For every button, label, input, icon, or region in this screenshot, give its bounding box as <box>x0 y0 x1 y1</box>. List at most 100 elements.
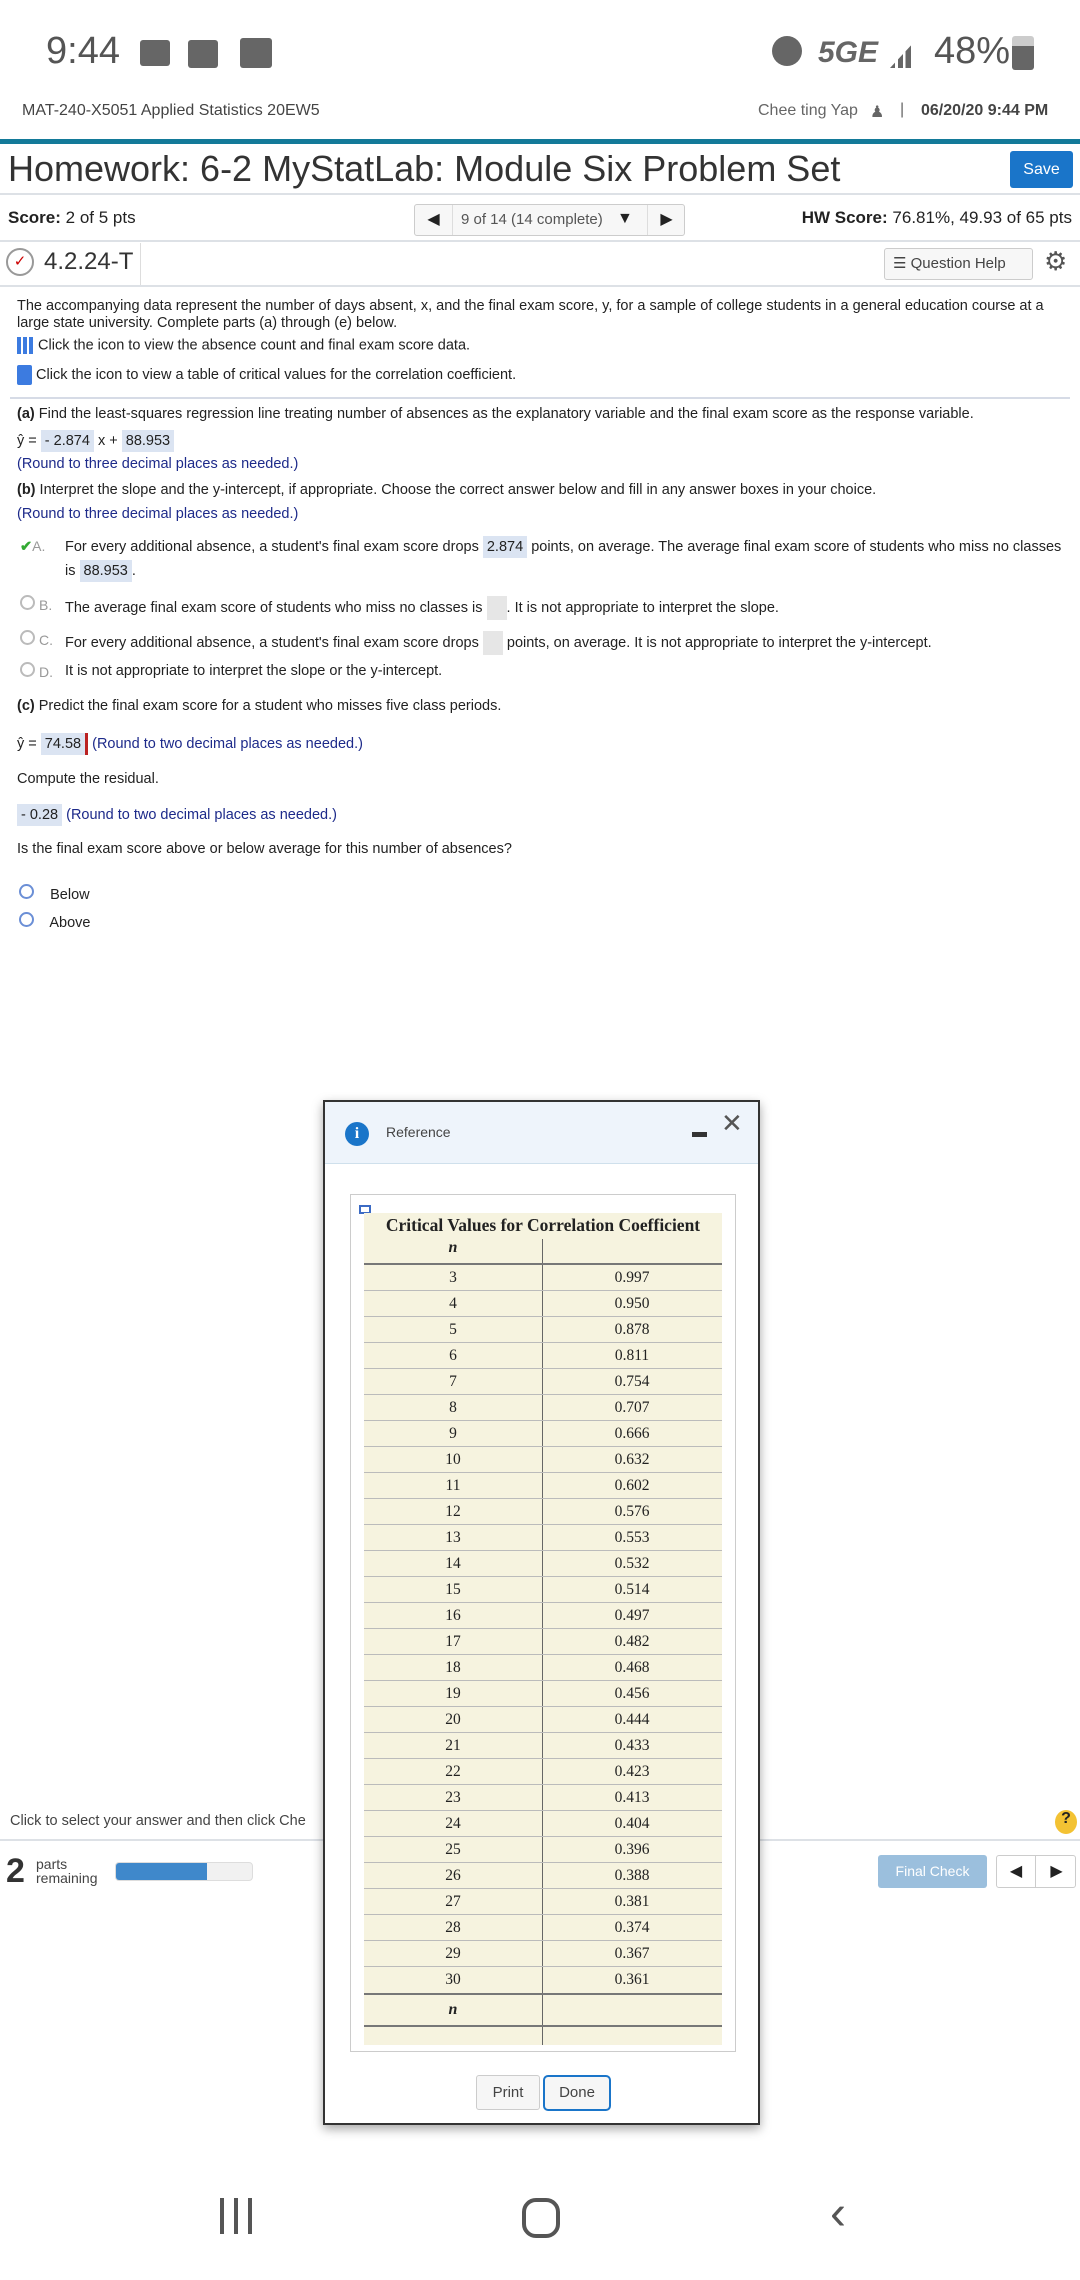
table-row: 6 0.811 <box>364 1343 722 1369</box>
critical-values-table: Critical Values for Correlation Coeffici… <box>364 1213 722 2045</box>
n-value: 30 <box>445 1971 461 1988</box>
final-check-button[interactable]: Final Check <box>878 1855 987 1888</box>
dropdown-icon[interactable]: ▼ <box>617 210 633 228</box>
table-row: 4 0.950 <box>364 1291 722 1317</box>
option-c[interactable]: C. <box>20 630 53 649</box>
gear-icon[interactable]: ⚙ <box>1044 246 1067 277</box>
correct-check-icon: ✔ <box>20 539 33 555</box>
critical-value: 0.950 <box>614 1295 650 1312</box>
n-value: 26 <box>445 1867 461 1884</box>
critical-value: 0.553 <box>614 1529 650 1546</box>
reference-dialog: i Reference ✕ Critical Values for Correl… <box>323 1100 760 2125</box>
footer-pager: ◀ ▶ <box>996 1855 1076 1888</box>
table-row: 8 0.707 <box>364 1395 722 1421</box>
partial-credit-icon: ✓ <box>6 248 34 276</box>
n-value: 8 <box>449 1399 457 1416</box>
n-value: 19 <box>445 1685 461 1702</box>
critical-values-link[interactable]: Click the icon to view a table of critic… <box>17 365 516 385</box>
residual-prompt: Compute the residual. <box>17 771 159 787</box>
critical-value: 0.482 <box>614 1633 650 1650</box>
option-d[interactable]: D. <box>20 662 53 681</box>
close-icon[interactable]: ✕ <box>721 1108 743 1139</box>
option-b[interactable]: B. <box>20 595 52 614</box>
score-value: 2 of 5 pts <box>65 208 136 227</box>
n-value: 23 <box>445 1789 461 1806</box>
battery-level: 48% <box>934 30 1011 72</box>
question-help-button[interactable]: ☰ Question Help <box>884 248 1033 280</box>
n-value: 12 <box>445 1503 461 1520</box>
table-row: 16 0.497 <box>364 1603 722 1629</box>
table-row: 24 0.404 <box>364 1811 722 1837</box>
slope-answer[interactable]: - 2.874 <box>40 430 94 452</box>
course-name: MAT-240-X5051 Applied Statistics 20EW5 <box>22 102 320 119</box>
intercept-answer[interactable]: 88.953 <box>121 430 175 452</box>
part-c-prompt: (c) Predict the final exam score for a s… <box>17 698 502 714</box>
critical-value: 0.423 <box>614 1763 650 1780</box>
critical-value: 0.707 <box>614 1399 650 1416</box>
save-button[interactable]: Save <box>1010 151 1073 188</box>
n-value: 28 <box>445 1919 461 1936</box>
done-button[interactable]: Done <box>543 2075 611 2111</box>
question-selector[interactable]: 9 of 14 (14 complete) <box>461 211 603 228</box>
recent-apps-button[interactable] <box>220 2198 256 2234</box>
hw-score-value: 76.81%, 49.93 of 65 pts <box>892 208 1072 227</box>
prediction-answer[interactable]: 74.58 <box>40 733 89 755</box>
choice-above[interactable]: Above <box>19 912 90 931</box>
yhat-label: ŷ = <box>17 433 37 449</box>
book-icon[interactable] <box>17 365 32 385</box>
radio-d <box>20 662 35 677</box>
table-row: 9 0.666 <box>364 1421 722 1447</box>
choice-below[interactable]: Below <box>19 884 90 903</box>
critical-value: 0.468 <box>614 1659 650 1676</box>
back-button[interactable]: ‹ <box>830 2186 846 2241</box>
critical-value: 0.381 <box>614 1893 650 1910</box>
table-row: 12 0.576 <box>364 1499 722 1525</box>
battery-charging-icon <box>1012 36 1034 70</box>
data-link[interactable]: Click the icon to view the absence count… <box>17 337 470 354</box>
table-row: 27 0.381 <box>364 1889 722 1915</box>
list-icon: ☰ <box>893 255 907 272</box>
critical-value: 0.413 <box>614 1789 650 1806</box>
answer-box[interactable] <box>482 631 503 655</box>
option-d-text: It is not appropriate to interpret the s… <box>65 663 443 679</box>
n-value: 11 <box>445 1477 461 1494</box>
rounding-hint: (Round to three decimal places as needed… <box>17 456 299 472</box>
option-a[interactable]: ✔A. <box>20 538 45 555</box>
table-row: 19 0.456 <box>364 1681 722 1707</box>
mail-icon <box>140 40 170 66</box>
table-icon[interactable] <box>17 337 34 354</box>
next-button[interactable]: ▶ <box>1037 1856 1076 1887</box>
column-header-n: n <box>448 1239 458 1256</box>
next-question-button[interactable]: ▶ <box>647 205 685 235</box>
slope-interpretation-answer[interactable]: 2.874 <box>482 536 528 558</box>
intercept-interpretation-answer[interactable]: 88.953 <box>79 560 132 582</box>
table-row: 28 0.374 <box>364 1915 722 1941</box>
user-name[interactable]: Chee ting Yap <box>758 102 858 120</box>
question-help-label: Question Help <box>910 255 1006 272</box>
minimize-icon[interactable] <box>692 1132 707 1137</box>
n-value: 29 <box>445 1945 461 1962</box>
prev-button[interactable]: ◀ <box>997 1856 1036 1887</box>
data-link-text[interactable]: Click the icon to view the absence count… <box>38 337 470 353</box>
table-row: 7 0.754 <box>364 1369 722 1395</box>
critical-values-link-text[interactable]: Click the icon to view a table of critic… <box>36 367 516 383</box>
print-button[interactable]: Print <box>476 2075 540 2110</box>
critical-value: 0.497 <box>614 1607 650 1624</box>
answer-box[interactable] <box>486 596 507 620</box>
prev-question-button[interactable]: ◀ <box>415 205 453 235</box>
n-value: 4 <box>449 1295 457 1312</box>
n-value: 14 <box>445 1555 461 1572</box>
instruction-text: Click to select your answer and then cli… <box>10 1813 306 1829</box>
critical-value: 0.374 <box>614 1919 650 1936</box>
critical-value: 0.388 <box>614 1867 650 1884</box>
table-row: 20 0.444 <box>364 1707 722 1733</box>
hw-score: HW Score: 76.81%, 49.93 of 65 pts <box>802 208 1072 228</box>
critical-value: 0.456 <box>614 1685 650 1702</box>
alarm-icon <box>772 36 802 66</box>
home-button[interactable] <box>522 2198 560 2238</box>
table-row: 13 0.553 <box>364 1525 722 1551</box>
help-icon[interactable]: ? <box>1055 1810 1077 1834</box>
option-c-text: For every additional absence, a student'… <box>65 631 932 655</box>
residual-answer[interactable]: - 0.28 <box>17 804 63 826</box>
n-value: 6 <box>449 1347 457 1364</box>
